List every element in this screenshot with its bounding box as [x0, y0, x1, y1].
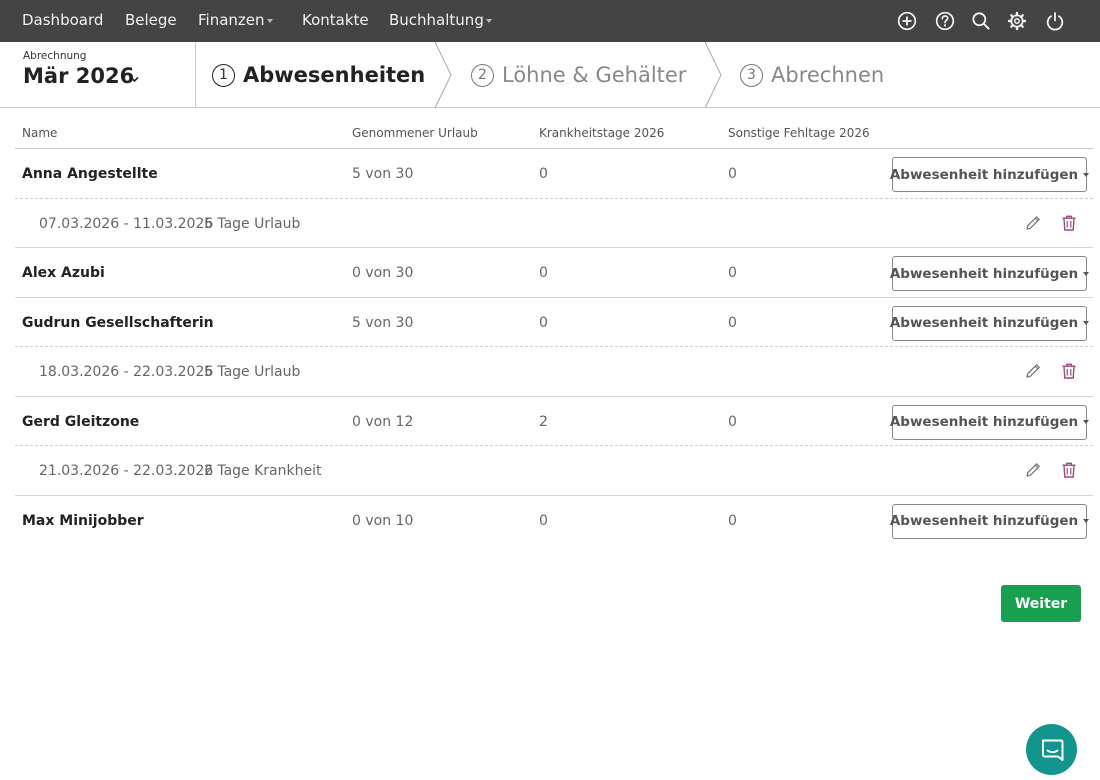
step-abrechnen[interactable]: 3 Abrechnen [740, 42, 884, 108]
sick-days: 0 [539, 314, 548, 331]
chat-widget-button[interactable] [1026, 724, 1077, 775]
nav-finanzen-label: Finanzen [198, 11, 265, 29]
absence-period: 07.03.2026 - 11.03.2026 [39, 215, 214, 232]
employee-name: Alex Azubi [22, 265, 105, 281]
pencil-icon[interactable] [1024, 461, 1042, 479]
caret-down-icon [1083, 420, 1090, 424]
nav-dashboard-label: Dashboard [22, 11, 104, 29]
caret-down-icon [1083, 321, 1090, 325]
plus-circle-icon[interactable] [896, 10, 918, 32]
column-header-other-days: Sonstige Fehltage 2026 [728, 126, 870, 140]
employee-name: Anna Angestellte [22, 166, 158, 182]
other-days: 0 [728, 512, 737, 529]
absence-row: 21.03.2026 - 22.03.2026 2 Tage Krankheit [15, 446, 1093, 496]
step-number: 1 [212, 63, 235, 87]
chat-icon [1041, 739, 1063, 761]
add-absence-label: Abwesenheit hinzufügen [889, 315, 1079, 331]
add-absence-button[interactable]: Abwesenheit hinzufügen [889, 404, 1090, 440]
step-label: Löhne & Gehälter [502, 63, 687, 87]
chevron-down-icon [130, 76, 139, 83]
sick-days: 0 [539, 512, 548, 529]
step-abwesenheiten[interactable]: 1 Abwesenheiten [212, 42, 425, 108]
employee-name: Gudrun Gesellschafterin [22, 314, 214, 331]
chevron-down-icon [485, 18, 492, 23]
step-label: Abrechnen [771, 63, 885, 87]
sick-days: 2 [539, 413, 548, 430]
absence-period: 21.03.2026 - 22.03.2026 [39, 463, 214, 479]
absence-description: 2 Tage Krankheit [204, 463, 322, 479]
step-label: Abwesenheiten [243, 63, 426, 87]
column-header-vacation: Genommener Urlaub [352, 126, 478, 140]
absence-period: 18.03.2026 - 22.03.2026 [39, 364, 214, 380]
nav-finanzen[interactable]: Finanzen [198, 11, 273, 29]
add-absence-button[interactable]: Abwesenheit hinzufügen [889, 503, 1090, 539]
period-selector[interactable]: Abrechnung Mär 2026 [0, 42, 196, 108]
gear-icon[interactable] [1006, 10, 1028, 32]
step-number: 2 [471, 63, 494, 87]
other-days: 0 [728, 265, 737, 281]
table-row: Anna Angestellte 5 von 30 0 0 Abwesenhei… [15, 149, 1093, 199]
pencil-icon[interactable] [1024, 362, 1042, 380]
vacation-taken: 0 von 12 [352, 413, 414, 430]
caret-down-icon [1083, 519, 1090, 523]
wizard-header: Abrechnung Mär 2026 1 Abwesenheiten 2 Lö… [0, 42, 1100, 108]
step-separator-chevron [704, 42, 722, 108]
search-icon[interactable] [970, 10, 992, 32]
table-row: Gudrun Gesellschafterin 5 von 30 0 0 Abw… [15, 298, 1093, 347]
employee-name: Max Minijobber [22, 512, 144, 529]
nav-belege[interactable]: Belege [125, 11, 177, 29]
other-days: 0 [728, 314, 737, 331]
absences-table: Name Genommener Urlaub Krankheitstage 20… [15, 108, 1093, 545]
absence-description: 5 Tage Urlaub [204, 364, 301, 380]
add-absence-label: Abwesenheit hinzufügen [889, 166, 1079, 183]
absence-row: 07.03.2026 - 11.03.2026 5 Tage Urlaub [15, 199, 1093, 248]
add-absence-button[interactable]: Abwesenheit hinzufügen [889, 157, 1090, 192]
nav-buchhaltung-label: Buchhaltung [389, 11, 484, 29]
absence-row: 18.03.2026 - 22.03.2026 5 Tage Urlaub [15, 347, 1093, 397]
top-navigation: Dashboard Belege Finanzen Kontakte Buchh… [0, 0, 1100, 42]
nav-kontakte-label: Kontakte [302, 11, 369, 29]
add-absence-label: Abwesenheit hinzufügen [889, 513, 1079, 529]
vacation-taken: 0 von 30 [352, 265, 414, 281]
add-absence-button[interactable]: Abwesenheit hinzufügen [889, 305, 1090, 341]
table-row: Alex Azubi 0 von 30 0 0 Abwesenheit hinz… [15, 248, 1093, 298]
nav-buchhaltung[interactable]: Buchhaltung [389, 11, 492, 29]
employee-name: Gerd Gleitzone [22, 413, 140, 430]
trash-icon[interactable] [1060, 362, 1078, 380]
caret-down-icon [1083, 271, 1090, 276]
step-separator-chevron [434, 42, 452, 108]
add-absence-label: Abwesenheit hinzufügen [889, 414, 1079, 430]
column-header-sick-days: Krankheitstage 2026 [539, 126, 665, 140]
step-number: 3 [740, 63, 763, 87]
trash-icon[interactable] [1060, 214, 1078, 232]
table-row: Max Minijobber 0 von 10 0 0 Abwesenheit … [15, 496, 1093, 546]
sick-days: 0 [539, 265, 548, 281]
period-label: Abrechnung [23, 50, 87, 62]
caret-down-icon [1083, 172, 1090, 177]
add-absence-label: Abwesenheit hinzufügen [889, 265, 1079, 282]
trash-icon[interactable] [1060, 461, 1078, 479]
step-loehne-gehaelter[interactable]: 2 Löhne & Gehälter [471, 42, 686, 108]
vacation-taken: 0 von 10 [352, 512, 414, 529]
vacation-taken: 5 von 30 [352, 314, 414, 331]
vacation-taken: 5 von 30 [352, 166, 414, 182]
other-days: 0 [728, 166, 737, 182]
absence-description: 5 Tage Urlaub [204, 215, 301, 232]
nav-belege-label: Belege [125, 11, 177, 29]
period-value: Mär 2026 [23, 64, 135, 88]
help-icon[interactable] [934, 10, 956, 32]
sick-days: 0 [539, 166, 548, 182]
chevron-down-icon [266, 18, 273, 23]
column-header-name: Name [22, 126, 58, 140]
add-absence-button[interactable]: Abwesenheit hinzufügen [889, 256, 1090, 291]
power-icon[interactable] [1044, 10, 1066, 32]
other-days: 0 [728, 413, 737, 430]
table-row: Gerd Gleitzone 0 von 12 2 0 Abwesenheit … [15, 397, 1093, 446]
nav-dashboard[interactable]: Dashboard [22, 11, 103, 29]
pencil-icon[interactable] [1024, 214, 1042, 232]
table-header: Name Genommener Urlaub Krankheitstage 20… [15, 108, 1093, 149]
next-button[interactable]: Weiter [1001, 585, 1081, 622]
nav-kontakte[interactable]: Kontakte [302, 11, 369, 29]
